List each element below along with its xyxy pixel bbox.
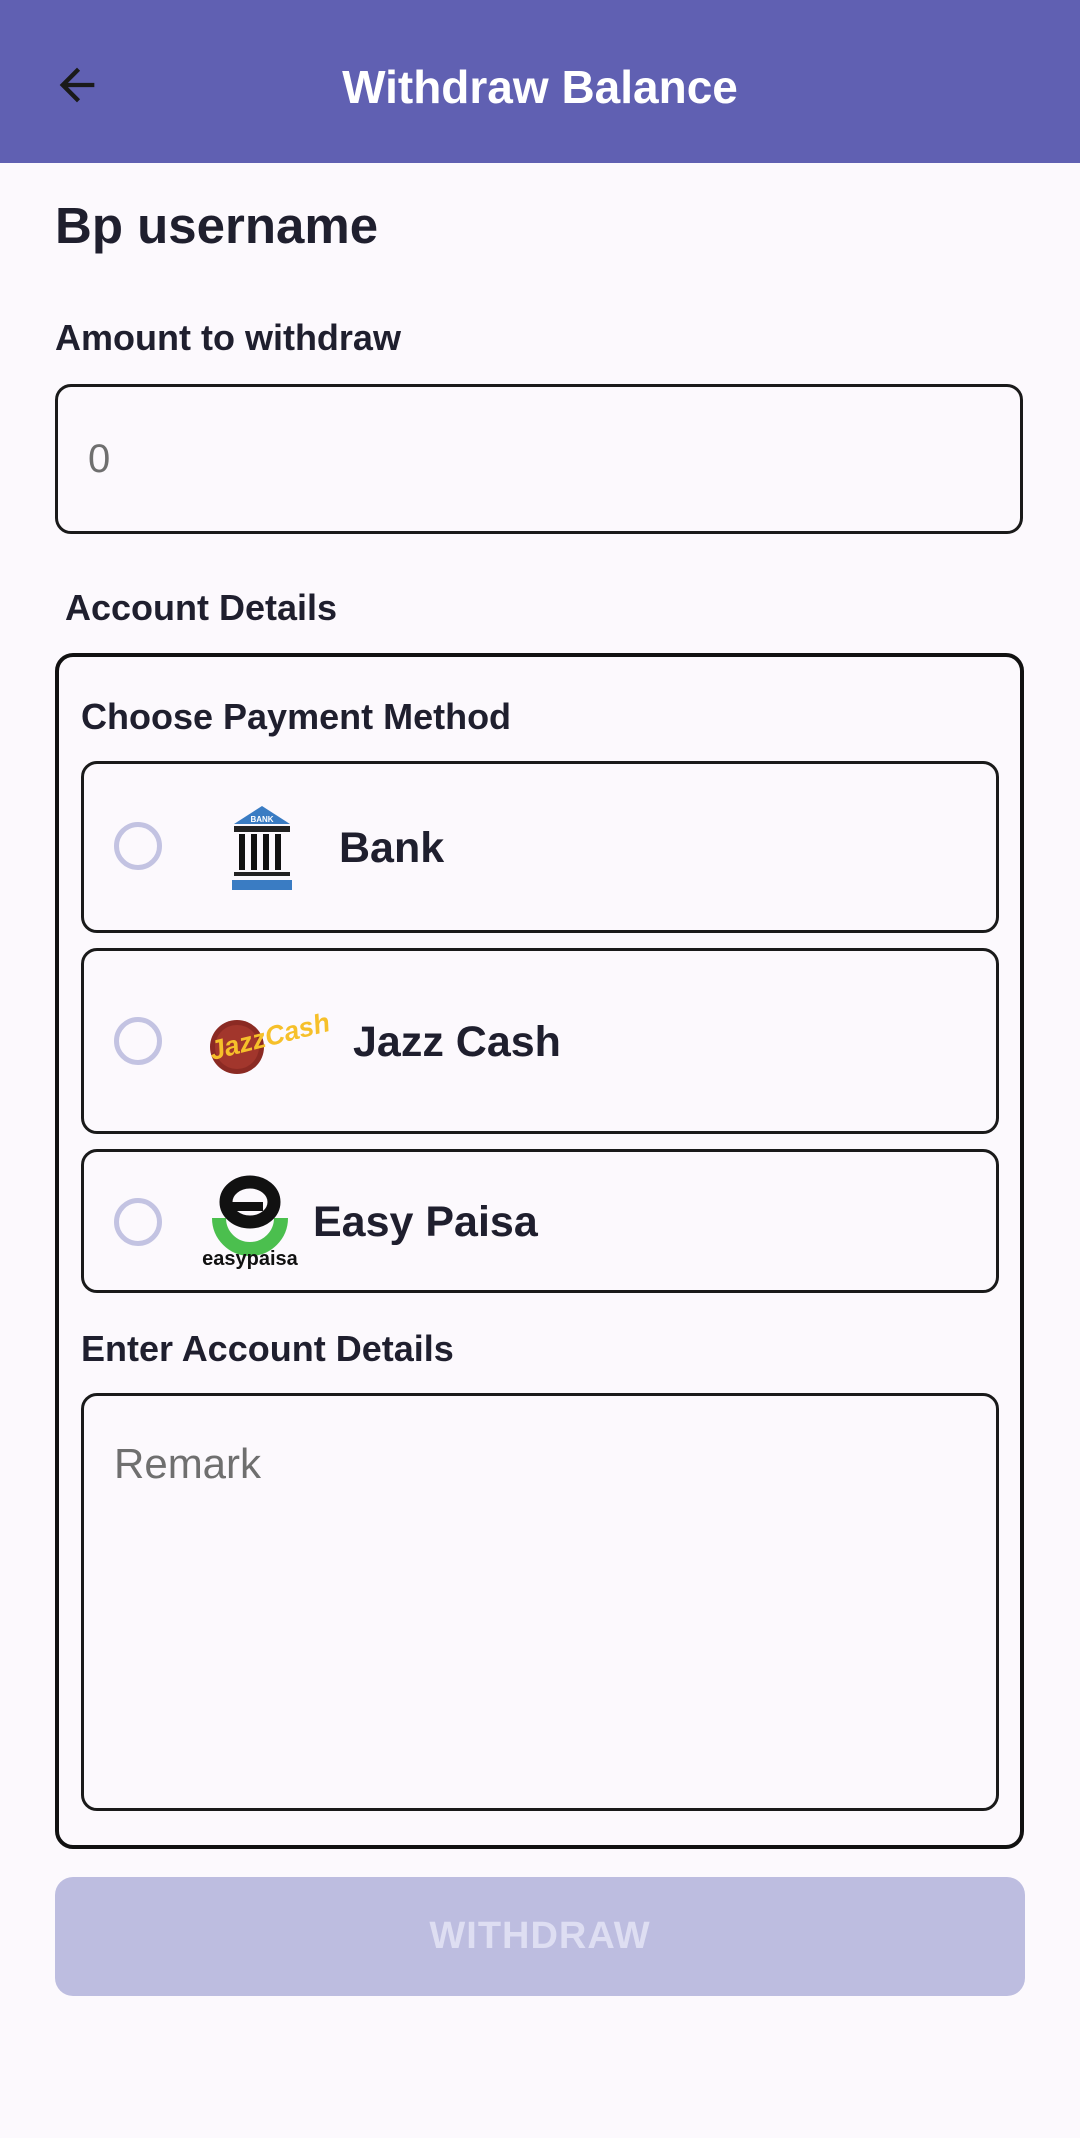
remark-input[interactable] <box>81 1393 999 1811</box>
svg-text:easypaisa: easypaisa <box>202 1248 299 1270</box>
choose-payment-label: Choose Payment Method <box>81 696 512 737</box>
amount-input[interactable] <box>55 384 1023 534</box>
easypaisa-radio[interactable] <box>114 1198 162 1246</box>
payment-option-bank[interactable]: BANK Bank <box>81 761 999 933</box>
payment-option-jazzcash[interactable]: JazzCash Jazz Cash <box>81 948 999 1134</box>
jazzcash-radio[interactable] <box>114 1017 162 1065</box>
withdraw-button[interactable]: WITHDRAW <box>55 1877 1025 1996</box>
payment-option-easypaisa[interactable]: easypaisa Easy Paisa <box>81 1149 999 1293</box>
back-button[interactable] <box>44 52 110 118</box>
easypaisa-logo: easypaisa <box>202 1175 299 1270</box>
username-heading: Bp username <box>55 197 379 254</box>
enter-account-details-label: Enter Account Details <box>81 1328 454 1369</box>
account-details-label: Account Details <box>65 587 338 628</box>
page-title: Withdraw Balance <box>342 60 738 113</box>
jazzcash-label: Jazz Cash <box>353 1018 561 1066</box>
arrow-left-icon <box>59 67 95 103</box>
bank-radio[interactable] <box>114 822 162 870</box>
amount-label: Amount to withdraw <box>55 317 401 358</box>
easypaisa-label: Easy Paisa <box>313 1198 538 1246</box>
app-bar: Withdraw Balance <box>0 0 1080 163</box>
jazzcash-logo: JazzCash <box>206 1009 333 1074</box>
bank-label: Bank <box>339 824 445 872</box>
svg-text:JazzCash: JazzCash <box>206 1009 333 1066</box>
svg-text:BANK: BANK <box>250 815 273 824</box>
bank-icon: BANK <box>232 806 292 890</box>
